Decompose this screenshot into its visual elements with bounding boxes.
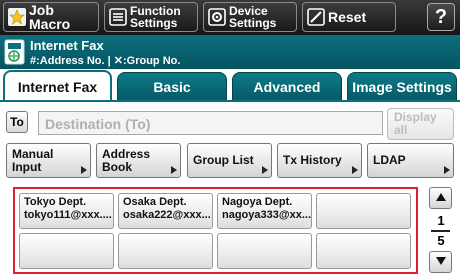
reset-label: Reset: [328, 9, 367, 25]
page-down-button[interactable]: [429, 251, 452, 273]
to-button[interactable]: To: [6, 111, 28, 133]
address-list-item[interactable]: [19, 233, 114, 269]
address-list-item[interactable]: Osaka Dept. osaka222@xxx...: [118, 193, 213, 229]
triangle-down-icon: [435, 253, 447, 271]
page-subtitle: #:Address No. | ✕:Group No.: [30, 55, 181, 67]
arrow-right-icon: [81, 166, 87, 174]
page-title: Internet Fax: [30, 38, 104, 53]
group-list-label: Group List: [193, 153, 254, 167]
group-list-button[interactable]: Group List: [187, 143, 272, 178]
tab-image-settings[interactable]: Image Settings: [347, 72, 457, 101]
internet-fax-screen: Job Macro Function Settings Device Setti…: [0, 0, 460, 279]
address-list-item[interactable]: [316, 193, 411, 229]
tab-bar: Internet Fax Basic Advanced Image Settin…: [0, 69, 460, 102]
total-pages: 5: [437, 233, 445, 248]
destination-field[interactable]: Destination (To): [38, 111, 383, 135]
address-list: Tokyo Dept. tokyo111@xxx.... Osaka Dept.…: [13, 187, 418, 274]
address-list-item[interactable]: Tokyo Dept. tokyo111@xxx....: [19, 193, 114, 229]
function-settings-label: Function Settings: [130, 4, 181, 30]
list-icon: [109, 8, 127, 26]
help-button[interactable]: ?: [427, 3, 455, 31]
reset-icon: [307, 8, 325, 26]
item-address: nagoya333@xx...: [222, 209, 311, 221]
function-settings-button[interactable]: Function Settings: [104, 2, 198, 32]
triangle-up-icon: [435, 189, 447, 207]
item-address: tokyo111@xxx....: [24, 209, 112, 221]
display-all-button[interactable]: Display all: [387, 108, 454, 140]
tx-history-button[interactable]: Tx History: [277, 143, 362, 178]
address-list-item[interactable]: [118, 233, 213, 269]
tx-history-label: Tx History: [283, 153, 342, 167]
item-address: osaka222@xxx...: [123, 209, 211, 221]
arrow-right-icon: [262, 166, 268, 174]
reset-button[interactable]: Reset: [302, 2, 396, 32]
tab-internet-fax[interactable]: Internet Fax: [3, 70, 112, 102]
device-settings-label: Device Settings: [229, 4, 277, 30]
job-macro-label: Job Macro: [29, 2, 71, 32]
tab-advanced[interactable]: Advanced: [232, 72, 342, 101]
address-list-item[interactable]: Nagoya Dept. nagoya333@xx...: [217, 193, 312, 229]
current-page: 1: [437, 213, 445, 228]
manual-input-label: Manual Input: [12, 146, 54, 174]
address-book-button[interactable]: Address Book: [96, 143, 181, 178]
page-divider: [431, 230, 450, 232]
ldap-label: LDAP: [373, 153, 406, 167]
address-book-label: Address Book: [102, 146, 151, 174]
page-up-button[interactable]: [429, 187, 452, 209]
item-name: Osaka Dept.: [123, 196, 187, 208]
manual-input-button[interactable]: Manual Input: [6, 143, 91, 178]
internet-fax-icon: [4, 39, 26, 65]
tab-basic[interactable]: Basic: [117, 72, 227, 101]
address-list-item[interactable]: [316, 233, 411, 269]
arrow-right-icon: [352, 166, 358, 174]
gear-icon: [208, 8, 226, 26]
item-name: Nagoya Dept.: [222, 196, 293, 208]
tab-divider: [0, 100, 460, 102]
address-list-item[interactable]: [217, 233, 312, 269]
arrow-right-icon: [171, 166, 177, 174]
item-name: Tokyo Dept.: [24, 196, 87, 208]
ldap-button[interactable]: LDAP: [367, 143, 454, 178]
device-settings-button[interactable]: Device Settings: [203, 2, 297, 32]
mode-header: Internet Fax #:Address No. | ✕:Group No.: [0, 35, 460, 69]
job-macro-button[interactable]: Job Macro: [3, 2, 99, 32]
top-toolbar: Job Macro Function Settings Device Setti…: [0, 0, 460, 35]
arrow-right-icon: [444, 166, 450, 174]
star-icon: [8, 8, 26, 26]
